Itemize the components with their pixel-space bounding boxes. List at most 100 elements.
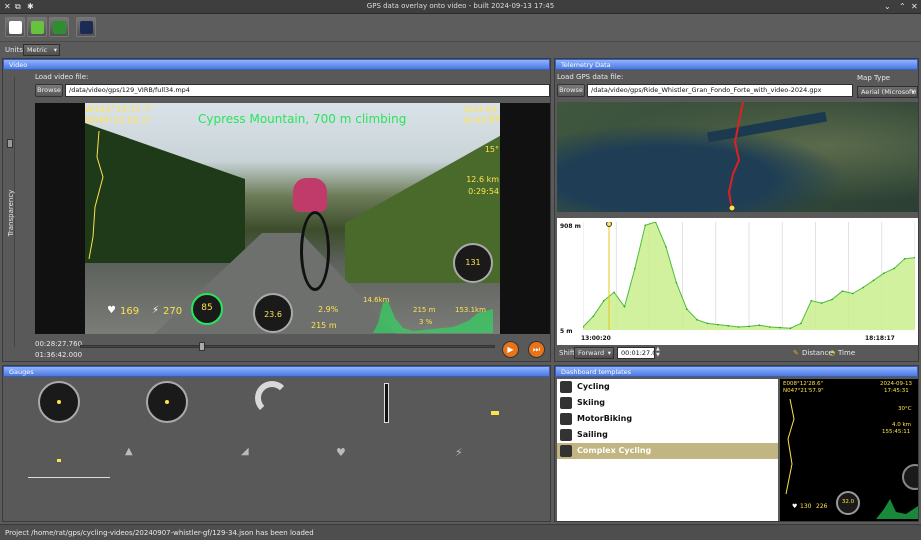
- preview-elevation: [876, 499, 918, 519]
- chart-min-label: 5 m: [560, 328, 573, 335]
- chevron-down-icon: ▾: [607, 349, 611, 357]
- vertical-bar-gauge[interactable]: [384, 383, 389, 423]
- template-item-motorbiking[interactable]: MotorBiking: [557, 411, 778, 427]
- open-folder-button[interactable]: [27, 17, 47, 37]
- template-label: Complex Cycling: [577, 446, 652, 455]
- gauges-panel: Gauges ▲ ◢ ♥ ⚡: [2, 365, 551, 522]
- map-track: [727, 102, 744, 212]
- shift-spinner[interactable]: ▲ ▼: [656, 346, 660, 358]
- template-item-sailing[interactable]: Sailing: [557, 427, 778, 443]
- chevron-down-icon[interactable]: ⌄: [884, 2, 891, 11]
- chart-plot: [583, 222, 915, 330]
- template-icon: [560, 413, 572, 425]
- transparency-label: Transparency: [7, 189, 15, 237]
- play-button[interactable]: ▶: [502, 341, 519, 358]
- map-type-label: Map Type: [857, 74, 891, 82]
- template-label: Sailing: [577, 430, 608, 439]
- preview-distance: 4.0 km: [892, 422, 912, 428]
- render-video-button[interactable]: [76, 17, 96, 37]
- render-video-icon: [80, 21, 93, 34]
- toolbar: [0, 14, 921, 42]
- template-preview: E008°12'28.6" N047°21'57.9" 2024-09-13 1…: [780, 379, 918, 521]
- overlay-right-gauge-value: 131: [465, 258, 481, 267]
- overlay-track-path: [88, 130, 104, 260]
- chevron-down-icon: ▾: [911, 88, 915, 96]
- overlay-elapsed: 0:29:54: [468, 187, 499, 196]
- template-label: MotorBiking: [577, 414, 633, 423]
- gps-path-input[interactable]: /data/video/gps/Ride_Whistler_Gran_Fondo…: [587, 84, 853, 97]
- preview-time: 17:45:31: [884, 388, 909, 394]
- overlay-caption: Cypress Mountain, 700 m climbing: [198, 112, 407, 126]
- units-select[interactable]: Metric ▾: [23, 44, 60, 56]
- step-forward-button[interactable]: ⏭: [528, 341, 545, 358]
- cyclist: [293, 178, 327, 212]
- status-bar: Project /home/rat/gps/cycling-videos/202…: [0, 524, 921, 540]
- video-seek-slider[interactable]: [80, 342, 495, 351]
- template-item-cycling[interactable]: Cycling: [557, 379, 778, 395]
- heart-icon[interactable]: ♥: [336, 446, 346, 459]
- gauges-panel-header: Gauges: [3, 366, 550, 377]
- browse-video-button[interactable]: Browse: [35, 84, 63, 97]
- preview-coords: E008°12'28.6" N047°21'57.9": [783, 381, 824, 394]
- close-window-icon[interactable]: ✕: [911, 2, 918, 11]
- seek-handle[interactable]: [199, 342, 205, 351]
- browse-gps-button[interactable]: Browse: [557, 84, 585, 97]
- templates-list[interactable]: Cycling Skiing MotorBiking Sailing Compl…: [557, 379, 778, 521]
- gauge-line[interactable]: [28, 477, 110, 478]
- chart-point: [675, 281, 678, 284]
- map-view[interactable]: [557, 102, 918, 212]
- heart-icon: ♥: [792, 503, 798, 510]
- time-toggle[interactable]: Time: [838, 349, 855, 357]
- shift-label: Shift: [559, 349, 575, 357]
- overlay-cadence-gauge: 85: [191, 293, 223, 325]
- chart-point: [602, 299, 605, 302]
- chart-point: [903, 258, 906, 260]
- chart-start-label: 13:00:20: [581, 335, 611, 342]
- template-icon: [560, 445, 572, 457]
- overlay-total-distance: 153.1km: [455, 306, 486, 314]
- units-bar: Units Metric ▾: [0, 42, 921, 57]
- preview-speed-gauge: 32.0: [836, 491, 860, 515]
- chart-point: [727, 325, 730, 327]
- lightning-icon[interactable]: ⚡: [455, 446, 463, 459]
- video-path-input[interactable]: /data/video/gps/129_VIRB/full34.mp4: [65, 84, 550, 97]
- video-frame[interactable]: W123°13'17.7" N049°21'02.2" Cypress Moun…: [35, 103, 550, 334]
- power-arc-gauge[interactable]: [255, 381, 289, 415]
- template-item-complex-cycling[interactable]: Complex Cycling: [557, 443, 778, 459]
- overlay-speed-value: 23.6: [264, 310, 282, 319]
- overlay-distance: 12.6 km: [466, 175, 499, 184]
- transparency-handle[interactable]: [7, 139, 13, 148]
- preview-gauge-right: [902, 464, 918, 490]
- lightning-icon: ⚡: [152, 305, 160, 316]
- chart-point: [779, 326, 781, 329]
- gauge-marker: [57, 459, 61, 462]
- chart-cursor-handle[interactable]: [606, 222, 612, 227]
- elevation-chart[interactable]: 908 m 5 m 13:00:20 18:18:17: [557, 218, 918, 345]
- overlay-altitude: 215 m: [311, 321, 337, 330]
- overlay-time: 09:49:17: [463, 116, 499, 125]
- map-type-select[interactable]: Aerial (Microsoft) ▾: [857, 86, 918, 98]
- cadence-label[interactable]: [491, 411, 499, 415]
- chart-point: [748, 325, 750, 328]
- speed-gauge-2[interactable]: [146, 381, 188, 423]
- chart-point: [820, 302, 823, 304]
- chart-point: [810, 299, 813, 302]
- new-project-button[interactable]: [5, 17, 25, 37]
- chart-point: [613, 291, 615, 294]
- shift-direction-select[interactable]: Forward ▾: [574, 347, 614, 359]
- shift-value-input[interactable]: 00:01:27.000: [617, 347, 655, 359]
- mountain-icon[interactable]: ▲: [125, 446, 133, 457]
- grade-gauge[interactable]: ◢: [241, 446, 249, 457]
- new-project-icon: [9, 21, 22, 34]
- template-icon: [560, 397, 572, 409]
- chart-point: [831, 298, 833, 301]
- chevron-up-icon[interactable]: ⌃: [899, 2, 906, 11]
- overlay-heart-value: 169: [120, 306, 140, 317]
- template-item-skiing[interactable]: Skiing: [557, 395, 778, 411]
- map-type-value: Aerial (Microsoft): [861, 88, 917, 96]
- total-time-label: 01:36:42.000: [35, 351, 83, 359]
- step-forward-icon: ⏭: [532, 345, 541, 354]
- save-button[interactable]: [49, 17, 69, 37]
- chart-point: [706, 322, 709, 325]
- speed-gauge[interactable]: [38, 381, 80, 423]
